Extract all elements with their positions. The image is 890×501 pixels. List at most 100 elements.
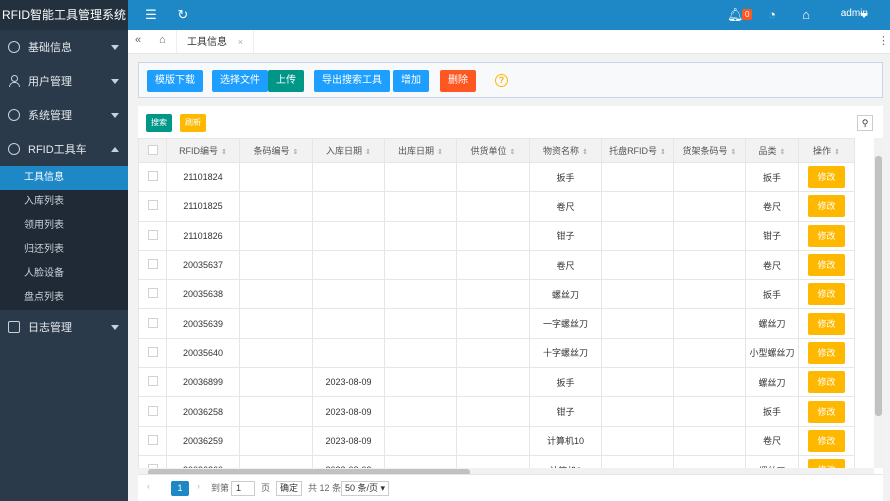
col-tray[interactable]: 托盘RFID号 ⇕ <box>601 138 674 163</box>
edit-button[interactable]: 修改 <box>808 371 845 394</box>
sidebar-item-face-device[interactable]: 人脸设备 <box>0 262 128 286</box>
select-all-checkbox[interactable] <box>147 144 158 155</box>
vertical-scrollbar[interactable] <box>874 138 883 468</box>
page-size-select[interactable]: 50 条/页 ▾ <box>341 481 390 496</box>
row-checkbox[interactable] <box>147 229 158 240</box>
menu-log-management[interactable]: 日志管理 <box>0 310 128 344</box>
refresh-button[interactable]: 刷新 <box>180 114 206 132</box>
sort-icon[interactable]: ⇕ <box>510 148 516 156</box>
bell-icon[interactable]: 🔔︎ <box>727 8 744 22</box>
sidebar-item-inbound-list[interactable]: 入库列表 <box>0 190 128 214</box>
col-barcode[interactable]: 条码编号 ⇕ <box>239 138 313 163</box>
row-checkbox[interactable] <box>147 346 158 357</box>
table-row[interactable]: 20036259 2023-08-09 计算机10 卷尺 修改 <box>138 425 855 456</box>
table-row[interactable]: 20036260 2023-08-09 计算机9 螺丝刀修改 <box>138 454 855 468</box>
export-button[interactable]: 导出搜索工具 <box>314 70 390 92</box>
current-page[interactable]: 1 <box>171 481 189 496</box>
row-select-cell[interactable] <box>138 220 167 251</box>
edit-button[interactable]: 修改 <box>808 195 845 218</box>
sort-icon[interactable]: ⇕ <box>582 148 588 156</box>
row-select-cell[interactable] <box>138 396 167 427</box>
row-select-cell[interactable] <box>138 191 167 222</box>
edit-button[interactable]: 修改 <box>808 429 845 452</box>
sort-icon[interactable]: ⇕ <box>731 148 737 156</box>
row-checkbox[interactable] <box>147 171 158 182</box>
edit-button[interactable]: 修改 <box>808 283 845 306</box>
row-checkbox[interactable] <box>147 434 158 445</box>
table-row[interactable]: 21101826 钳子 钳子 修改 <box>138 220 855 251</box>
col-category[interactable]: 品类 ⇕ <box>745 138 799 163</box>
page-input[interactable]: 1 <box>231 481 255 496</box>
search-button[interactable]: 搜索 <box>146 114 172 132</box>
table-row[interactable]: 20036258 2023-08-09 钳子 扳手 修改 <box>138 396 855 427</box>
sort-icon[interactable]: ⇕ <box>780 148 786 156</box>
row-checkbox[interactable] <box>147 288 158 299</box>
close-icon[interactable]: × <box>238 37 243 47</box>
refresh-icon[interactable]: ↻ <box>176 8 190 22</box>
table-row[interactable]: 20035637 卷尺 卷尺 修改 <box>138 249 855 281</box>
edit-button[interactable]: 修改 <box>808 224 845 247</box>
template-download-button[interactable]: 模版下载 <box>147 70 203 92</box>
sort-icon[interactable]: ⇕ <box>293 148 299 156</box>
row-select-cell[interactable] <box>138 308 167 339</box>
sort-icon[interactable]: ⇕ <box>660 148 666 156</box>
row-select-cell[interactable] <box>138 454 167 468</box>
sidebar-item-tool-info[interactable]: 工具信息 <box>0 166 128 190</box>
table-row[interactable]: 21101825 卷尺 卷尺 修改 <box>138 191 855 222</box>
delete-button[interactable]: 删除 <box>440 70 476 92</box>
prev-page-icon[interactable]: ‹ <box>147 481 150 491</box>
table-row[interactable]: 20035639 一字螺丝刀 螺丝刀 修改 <box>138 308 855 339</box>
next-page-icon[interactable]: › <box>197 481 200 491</box>
tab-tool-info[interactable]: 工具信息 × <box>176 30 255 54</box>
row-select-cell[interactable] <box>138 161 167 193</box>
table-row[interactable]: 20036899 2023-08-09 扳手 螺丝刀 修改 <box>138 367 855 398</box>
menu-rfid-cart[interactable]: RFID工具车 <box>0 132 128 166</box>
menu-system-management[interactable]: 系统管理 <box>0 98 128 132</box>
tag-icon[interactable]: ⌂ <box>799 8 813 22</box>
row-select-cell[interactable] <box>138 425 167 456</box>
edit-button[interactable]: 修改 <box>808 254 845 277</box>
add-button[interactable]: 增加 <box>393 70 429 92</box>
sort-icon[interactable]: ⇕ <box>437 148 443 156</box>
col-out-date[interactable]: 出库日期 ⇕ <box>384 138 457 163</box>
sidebar-item-borrow-list[interactable]: 领用列表 <box>0 214 128 238</box>
menu-basic-info[interactable]: 基础信息 <box>0 30 128 64</box>
col-shelf[interactable]: 货架条码号 ⇕ <box>673 138 746 163</box>
col-supplier[interactable]: 供货单位 ⇕ <box>456 138 530 163</box>
row-checkbox[interactable] <box>147 376 158 387</box>
confirm-button[interactable]: 确定 <box>276 481 303 496</box>
menu-user-management[interactable]: 用户管理 <box>0 64 128 98</box>
choose-file-button[interactable]: 选择文件 <box>212 70 268 92</box>
sort-icon[interactable]: ⇕ <box>221 148 227 156</box>
sort-icon[interactable]: ⇕ <box>834 148 840 156</box>
menu-toggle-icon[interactable]: ☰ <box>144 8 158 22</box>
col-name[interactable]: 物资名称 ⇕ <box>529 138 602 163</box>
vertical-scroll-thumb[interactable] <box>875 156 882 416</box>
row-select-cell[interactable] <box>138 249 167 281</box>
col-in-date[interactable]: 入库日期 ⇕ <box>312 138 385 163</box>
edit-button[interactable]: 修改 <box>808 459 845 468</box>
table-row[interactable]: 20035638 螺丝刀 扳手 修改 <box>138 279 855 310</box>
row-checkbox[interactable] <box>147 317 158 328</box>
row-select-cell[interactable] <box>138 279 167 310</box>
help-icon[interactable]: ? <box>495 74 508 87</box>
edit-button[interactable]: 修改 <box>808 312 845 335</box>
double-chevron-left-icon[interactable]: « <box>135 34 141 46</box>
row-checkbox[interactable] <box>147 200 158 211</box>
upload-button[interactable]: 上传 <box>268 70 304 92</box>
table-row[interactable]: 21101824 扳手 扳手 修改 <box>138 161 855 193</box>
row-select-cell[interactable] <box>138 367 167 398</box>
row-checkbox[interactable] <box>147 405 158 416</box>
row-checkbox[interactable] <box>147 259 158 270</box>
row-select-cell[interactable] <box>138 337 167 369</box>
more-icon[interactable]: ⋮ <box>878 34 889 47</box>
table-row[interactable]: 20035640 十字螺丝刀 小型螺丝刀 修改 <box>138 337 855 369</box>
edit-button[interactable]: 修改 <box>808 341 845 364</box>
sidebar-item-return-list[interactable]: 归还列表 <box>0 238 128 262</box>
dashboard-icon[interactable]: ◔ <box>765 8 779 22</box>
home-icon[interactable]: ⌂ <box>159 34 166 46</box>
edit-button[interactable]: 修改 <box>808 166 845 189</box>
edit-button[interactable]: 修改 <box>808 400 845 423</box>
column-filter-icon[interactable]: ⚲ <box>857 115 873 131</box>
select-all-cell[interactable] <box>138 138 167 163</box>
